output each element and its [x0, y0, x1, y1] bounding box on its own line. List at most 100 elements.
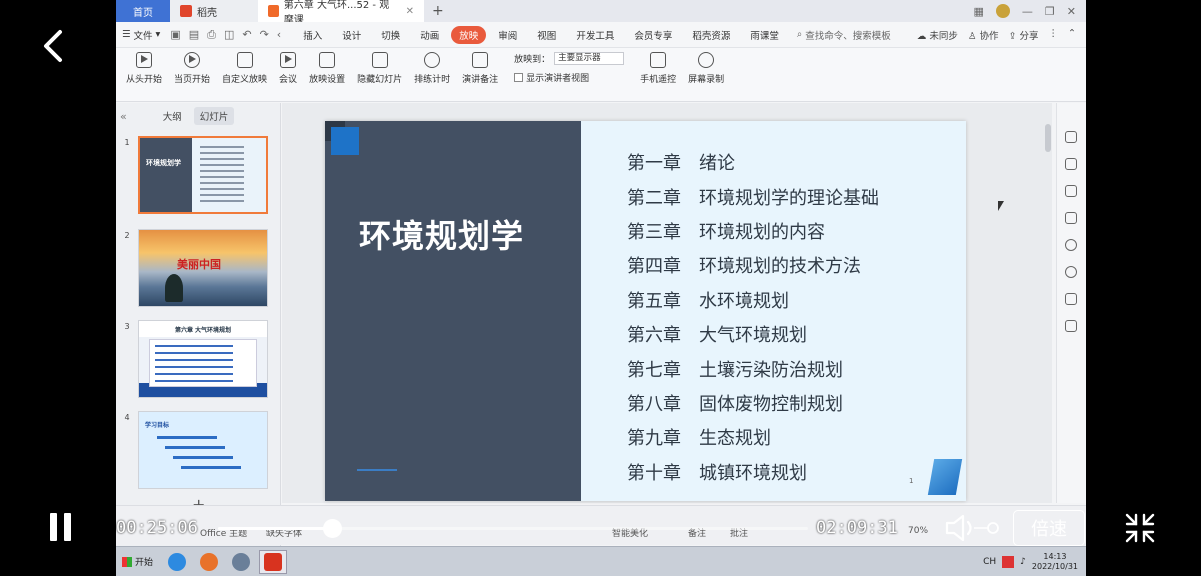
menu-item-rain-classroom[interactable]: 雨课堂	[742, 26, 787, 44]
tab-outline[interactable]: 大纲	[157, 107, 188, 125]
tray-icon[interactable]	[1002, 555, 1015, 568]
slide-left-panel: 环境规划学	[325, 121, 581, 501]
ie-button[interactable]	[163, 550, 191, 574]
minimize-icon[interactable]: —	[1022, 5, 1033, 18]
window-close-icon[interactable]: ✕	[1067, 5, 1076, 18]
tab-wps[interactable]: 稻壳	[170, 0, 258, 22]
edit-icon[interactable]	[1065, 320, 1077, 332]
start-button[interactable]: 开始	[116, 550, 159, 574]
show-settings-button[interactable]: 放映设置	[303, 52, 351, 85]
chapter-name: 固体废物控制规划	[699, 393, 843, 415]
close-icon[interactable]: ✕	[406, 6, 414, 17]
file-menu[interactable]: ☰ 文件 ▾	[122, 28, 160, 42]
slide-thumbnail[interactable]: 第六章 大气环境规划	[138, 320, 268, 398]
preview-icon[interactable]: ◫	[224, 28, 234, 42]
chapter-name: 生态规划	[699, 428, 771, 450]
slide-number: 4	[124, 413, 130, 422]
back-arrow-icon[interactable]	[40, 26, 70, 66]
more-icon[interactable]: ⋮	[1049, 28, 1059, 42]
slide-thumbnail[interactable]: 环境规划学	[138, 136, 268, 214]
sync-button[interactable]: ☁ 未同步	[917, 28, 958, 42]
properties-icon[interactable]	[1065, 158, 1077, 170]
menu-item-review[interactable]: 审阅	[490, 26, 525, 44]
rehearse-button[interactable]: 排练计时	[408, 52, 456, 85]
speaker-notes-button[interactable]: 演讲备注	[456, 52, 504, 85]
chevron-left-icon[interactable]: ‹	[277, 28, 281, 42]
meeting-label: 会议	[279, 75, 298, 85]
tab-document[interactable]: 第六章 大气环...52 - 观摩课 ✕	[258, 0, 424, 26]
slide-thumbnail[interactable]: 学习目标	[138, 411, 268, 489]
collab-button[interactable]: ♙ 协作	[968, 28, 999, 42]
ime-indicator[interactable]: CH	[983, 557, 996, 567]
star-icon[interactable]	[1065, 185, 1077, 197]
slide-thumb-2[interactable]: 2 美丽中国	[116, 229, 281, 307]
scrollbar-thumb[interactable]	[1045, 124, 1051, 152]
location-icon[interactable]	[1065, 266, 1077, 278]
slide-number: 2	[124, 231, 130, 240]
exit-fullscreen-icon[interactable]	[1124, 512, 1156, 544]
play-to-label: 放映到：	[514, 55, 551, 65]
hide-slide-button[interactable]: 隐藏幻灯片	[351, 52, 408, 85]
redo-icon[interactable]: ↷	[260, 28, 269, 42]
tab-slides[interactable]: 幻灯片	[193, 107, 235, 125]
blue-square-deco	[331, 127, 359, 155]
slide-thumb-3[interactable]: 3 第六章 大气环境规划	[116, 320, 281, 398]
undo-icon[interactable]: ↶	[242, 28, 251, 42]
restore-icon[interactable]: ❐	[1045, 5, 1055, 18]
menu-item-insert[interactable]: 插入	[295, 26, 330, 44]
export-icon[interactable]: ▤	[189, 28, 199, 42]
from-start-button[interactable]: 从头开始	[120, 52, 168, 85]
cube-icon[interactable]	[1065, 293, 1077, 305]
menu-item-docer[interactable]: 稻壳资源	[684, 26, 738, 44]
app-button[interactable]	[227, 550, 255, 574]
ppt-file-icon	[268, 5, 279, 17]
phone-icon	[650, 52, 667, 68]
avatar[interactable]	[995, 4, 1010, 18]
menu-item-animation[interactable]: 动画	[412, 26, 447, 44]
phone-remote-button[interactable]: 手机遥控	[634, 52, 682, 85]
slide-thumb-1[interactable]: 1 环境规划学	[116, 136, 281, 214]
screen-record-button[interactable]: 屏幕录制	[682, 52, 730, 85]
menu-item-design[interactable]: 设计	[334, 26, 369, 44]
collapse-icon[interactable]: «	[120, 110, 127, 123]
layout-icon[interactable]	[1065, 212, 1077, 224]
wps-button[interactable]	[259, 549, 288, 574]
chevron-up-icon[interactable]: ⌃	[1068, 28, 1076, 42]
volume-tray-icon[interactable]: ♪	[1020, 557, 1026, 567]
playback-speed-button[interactable]: 倍速	[1013, 510, 1085, 546]
slide[interactable]: 环境规划学 第一章 绪论 第二章 环境规划学的理论基础 第三章 环境规划的内容 第四章…	[325, 121, 966, 501]
pin-icon[interactable]	[1065, 131, 1077, 143]
command-search[interactable]: ⌕ 查找命令、搜索模板	[797, 28, 891, 42]
tab-home[interactable]: 首页	[116, 0, 170, 22]
from-current-button[interactable]: 当页开始	[168, 52, 216, 85]
pause-button[interactable]	[48, 513, 74, 543]
firefox-button[interactable]	[195, 550, 223, 574]
grid-icon[interactable]: ▦	[974, 5, 984, 18]
new-tab-button[interactable]: +	[424, 3, 452, 19]
menu-item-transition[interactable]: 切换	[373, 26, 408, 44]
menu-item-view[interactable]: 视图	[529, 26, 564, 44]
menu-item-member[interactable]: 会员专享	[626, 26, 680, 44]
custom-show-button[interactable]: 自定义放映	[216, 52, 273, 85]
thumb-lines	[155, 345, 233, 387]
vertical-scrollbar[interactable]	[1044, 118, 1052, 498]
slide-thumbnail[interactable]: 美丽中国	[138, 229, 268, 307]
presenter-view-checkbox[interactable]: 显示演讲者视图	[514, 71, 624, 84]
progress-bar[interactable]	[218, 519, 808, 538]
menu-item-developer[interactable]: 开发工具	[568, 26, 622, 44]
rehearse-label: 排练计时	[414, 75, 451, 85]
menu-item-slideshow[interactable]: 放映	[451, 25, 487, 44]
help-icon[interactable]	[1065, 239, 1077, 251]
timer-icon	[424, 52, 441, 68]
zoom-level[interactable]: 70%	[908, 526, 928, 536]
chapter-number: 第六章	[627, 325, 681, 347]
save-icon[interactable]: ▣	[170, 28, 180, 42]
play-to-select[interactable]: 放映到： 主要显示器	[514, 52, 625, 65]
print-icon[interactable]: ⎙	[207, 28, 216, 42]
volume-icon[interactable]	[944, 512, 1000, 544]
slide-thumb-4[interactable]: 4 学习目标	[116, 411, 281, 489]
meeting-button[interactable]: 会议	[273, 52, 303, 85]
chapter-number: 第八章	[627, 393, 681, 415]
share-button[interactable]: ⇪ 分享	[1009, 28, 1039, 42]
clock[interactable]: 14:13 2022/10/31	[1032, 552, 1078, 572]
